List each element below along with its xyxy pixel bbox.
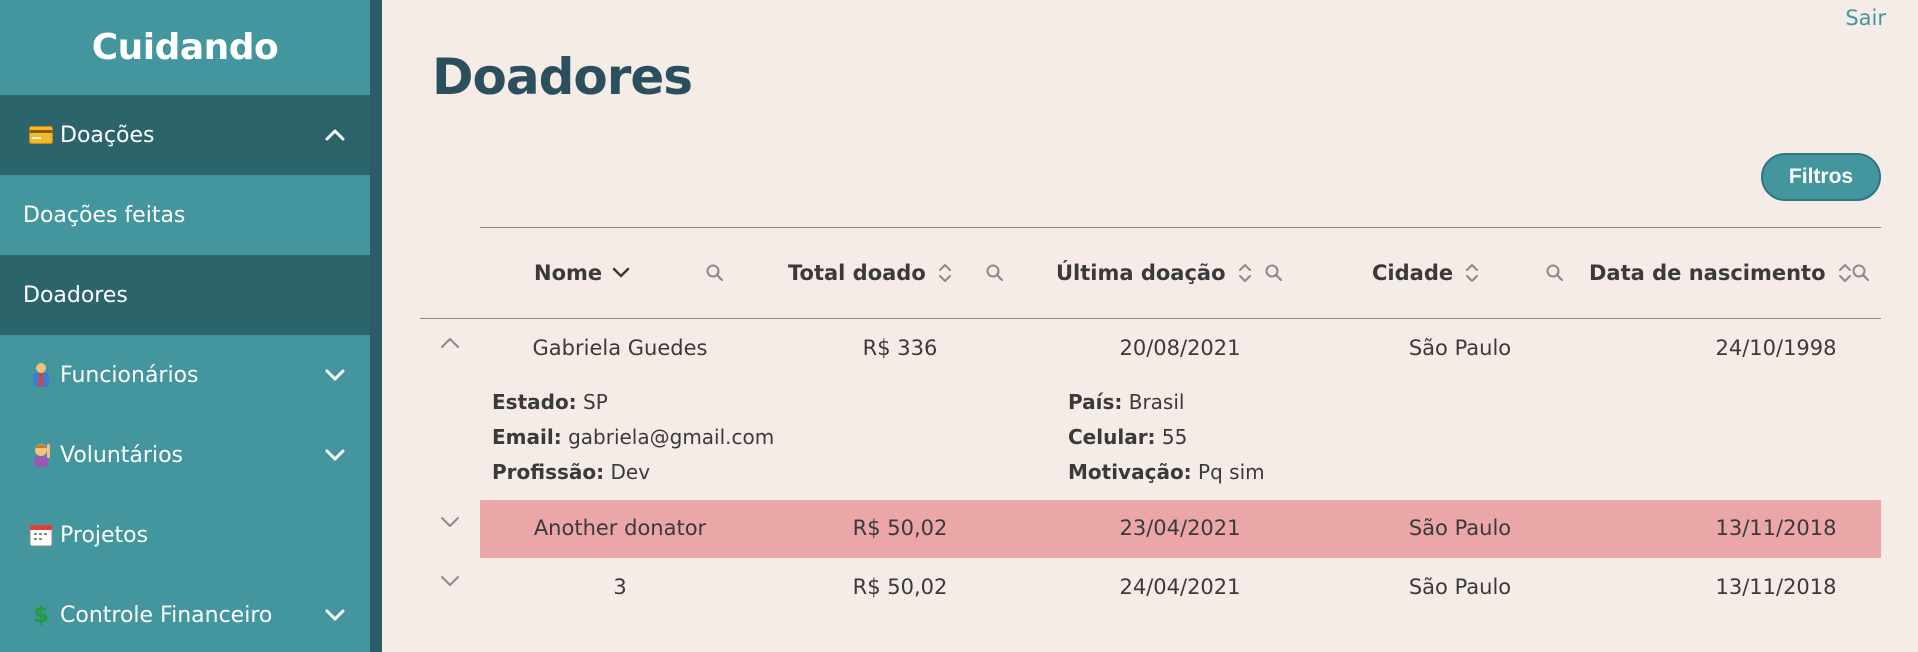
cell-total-doado: R$ 50,02 — [852, 516, 948, 540]
detail-value: Brasil — [1128, 390, 1185, 414]
column-header-cidade[interactable]: Cidade — [1372, 256, 1481, 290]
detail-label: Profissão: — [492, 460, 605, 484]
column-header-label: Cidade — [1372, 261, 1454, 285]
cell-ultima-doacao: 24/04/2021 — [1119, 575, 1241, 599]
credit-card-icon — [28, 122, 54, 148]
cell-ultima-doacao: 20/08/2021 — [1119, 336, 1241, 360]
chevron-down-icon[interactable] — [324, 604, 346, 626]
detail-label: Email: — [492, 425, 562, 449]
sort-icon[interactable] — [1236, 261, 1254, 285]
volunteer-icon — [28, 442, 54, 468]
brand-logo[interactable]: Cuidando — [0, 0, 370, 95]
logout-link[interactable]: Sair — [1845, 6, 1886, 30]
table-top-divider — [480, 227, 1881, 228]
sidebar-item-label: Projetos — [60, 522, 149, 548]
chevron-down-icon[interactable] — [324, 444, 346, 466]
column-header-label: Total doado — [788, 261, 926, 285]
page-title: Doadores — [432, 48, 693, 106]
sidebar-item-label: Doadores — [23, 282, 128, 308]
detail-value: Pq sim — [1198, 460, 1265, 484]
detail-value: SP — [583, 390, 608, 414]
cell-ultima-doacao: 23/04/2021 — [1119, 516, 1241, 540]
expand-row-icon[interactable] — [438, 513, 462, 531]
sidebar-item-voluntarios[interactable]: Voluntários — [0, 415, 370, 495]
column-header-label: Data de nascimento — [1589, 261, 1826, 285]
search-icon[interactable] — [1545, 263, 1565, 283]
column-header-total-doado[interactable]: Total doado — [788, 256, 954, 290]
chevron-down-icon[interactable] — [324, 364, 346, 386]
sidebar-item-label: Voluntários — [60, 442, 183, 468]
column-header-ultima-doacao[interactable]: Última doação — [1056, 256, 1254, 290]
collapse-row-icon[interactable] — [438, 334, 462, 352]
cell-total-doado: R$ 336 — [862, 336, 938, 360]
filters-button[interactable]: Filtros — [1761, 153, 1881, 201]
detail-pais: País: Brasil — [1068, 390, 1184, 414]
sidebar-item-doadores[interactable]: Doadores — [0, 255, 370, 335]
sidebar-item-funcionarios[interactable]: Funcionários — [0, 335, 370, 415]
detail-label: Estado: — [492, 390, 577, 414]
cell-data-nascimento: 13/11/2018 — [1715, 575, 1837, 599]
search-icon[interactable] — [1264, 263, 1284, 283]
detail-email: Email: gabriela@gmail.com — [492, 425, 774, 449]
sidebar-item-label: Funcionários — [60, 362, 199, 388]
cell-nome: 3 — [613, 575, 627, 599]
detail-estado: Estado: SP — [492, 390, 608, 414]
search-icon[interactable] — [705, 263, 725, 283]
cell-nome: Another donator — [533, 516, 707, 540]
sidebar-edge — [370, 0, 382, 652]
sidebar-item-label: Controle Financeiro — [60, 602, 273, 628]
sidebar-item-doacoes-feitas[interactable]: Doações feitas — [0, 175, 370, 255]
column-header-nome[interactable]: Nome — [534, 256, 630, 290]
cell-data-nascimento: 24/10/1998 — [1715, 336, 1837, 360]
cell-total-doado: R$ 50,02 — [852, 575, 948, 599]
sort-icon[interactable] — [1463, 261, 1481, 285]
search-icon[interactable] — [985, 263, 1005, 283]
detail-motivacao: Motivação: Pq sim — [1068, 460, 1265, 484]
column-header-label: Nome — [534, 261, 603, 285]
sidebar-item-label: Doações feitas — [23, 202, 186, 228]
sidebar-item-projetos[interactable]: Projetos — [0, 495, 370, 575]
cell-data-nascimento: 13/11/2018 — [1715, 516, 1837, 540]
detail-label: País: — [1068, 390, 1123, 414]
sidebar-item-doacoes[interactable]: Doações — [0, 95, 370, 175]
expand-row-icon[interactable] — [438, 572, 462, 590]
detail-value: gabriela@gmail.com — [568, 425, 775, 449]
table-header-divider — [420, 318, 1881, 319]
worker-icon — [28, 362, 54, 388]
search-icon[interactable] — [1851, 263, 1871, 283]
cell-cidade: São Paulo — [1408, 575, 1512, 599]
sidebar-item-label: Doações — [60, 122, 155, 148]
calendar-icon — [28, 522, 54, 548]
cell-cidade: São Paulo — [1408, 516, 1512, 540]
detail-celular: Celular: 55 — [1068, 425, 1187, 449]
sidebar-item-controle-financeiro[interactable]: $ Controle Financeiro — [0, 575, 370, 652]
column-header-label: Última doação — [1056, 261, 1226, 285]
detail-label: Celular: — [1068, 425, 1156, 449]
sort-desc-icon[interactable] — [612, 261, 630, 285]
sidebar: Cuidando Doações Doações feitas Doadores… — [0, 0, 370, 652]
cell-cidade: São Paulo — [1408, 336, 1512, 360]
chevron-up-icon[interactable] — [324, 124, 346, 146]
dollar-icon: $ — [33, 602, 49, 628]
detail-value: 55 — [1161, 425, 1188, 449]
sort-icon[interactable] — [936, 261, 954, 285]
column-header-data-nascimento[interactable]: Data de nascimento — [1589, 256, 1854, 290]
detail-profissao: Profissão: Dev — [492, 460, 650, 484]
detail-label: Motivação: — [1068, 460, 1192, 484]
cell-nome: Gabriela Guedes — [532, 336, 708, 360]
detail-value: Dev — [610, 460, 651, 484]
